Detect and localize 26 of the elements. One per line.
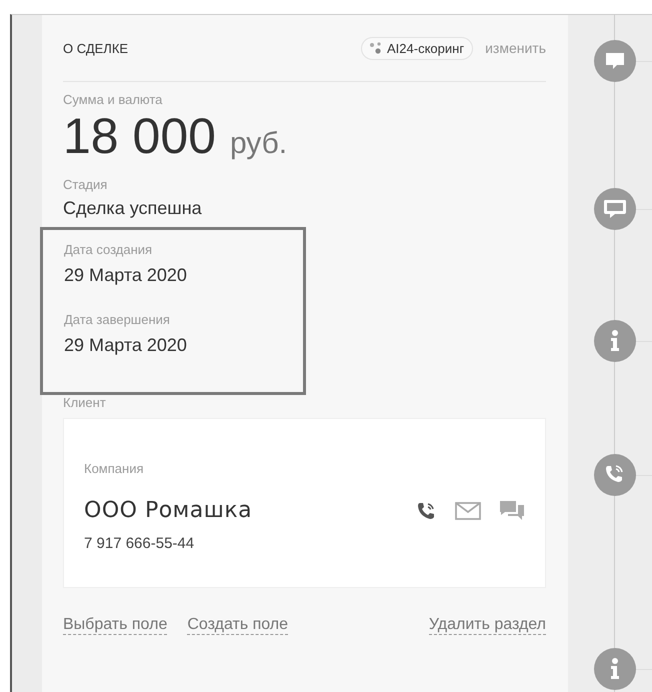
info-icon[interactable] — [593, 319, 637, 363]
field-value: 29 Марта 2020 — [64, 335, 188, 356]
delete-section-link[interactable]: Удалить раздел — [428, 616, 546, 636]
field-label: Клиент — [63, 395, 107, 410]
field-value: 29 Марта 2020 — [64, 265, 188, 286]
field-link[interactable]: Создать поле — [187, 616, 288, 636]
field-value: Сделка успешна — [63, 198, 203, 219]
chat-icon[interactable] — [499, 500, 525, 522]
field-label: Дата создания — [64, 242, 154, 257]
chat-bubble-icon[interactable] — [593, 187, 637, 231]
currency-label: руб. — [230, 127, 288, 161]
section-title: О СДЕЛКЕ — [63, 40, 130, 56]
comment-icon[interactable] — [593, 39, 637, 83]
amount-value: 18 000 — [63, 111, 216, 161]
nodes-icon — [370, 42, 382, 54]
edit-link[interactable]: изменить — [485, 40, 546, 56]
phone-number: 7 917 666-55-44 — [84, 535, 196, 552]
field-link[interactable]: Выбрать поле — [63, 616, 168, 636]
company-name[interactable]: ООО Ромашка — [84, 498, 252, 523]
mail-icon[interactable] — [455, 502, 481, 520]
field-label: Стадия — [63, 177, 108, 192]
field-label: Сумма и валюта — [63, 92, 164, 107]
field-label: Дата завершения — [64, 312, 171, 327]
info-icon[interactable] — [593, 647, 637, 691]
field-label: Компания — [84, 461, 144, 476]
scoring-button[interactable]: AI24-скоринг — [361, 36, 474, 60]
